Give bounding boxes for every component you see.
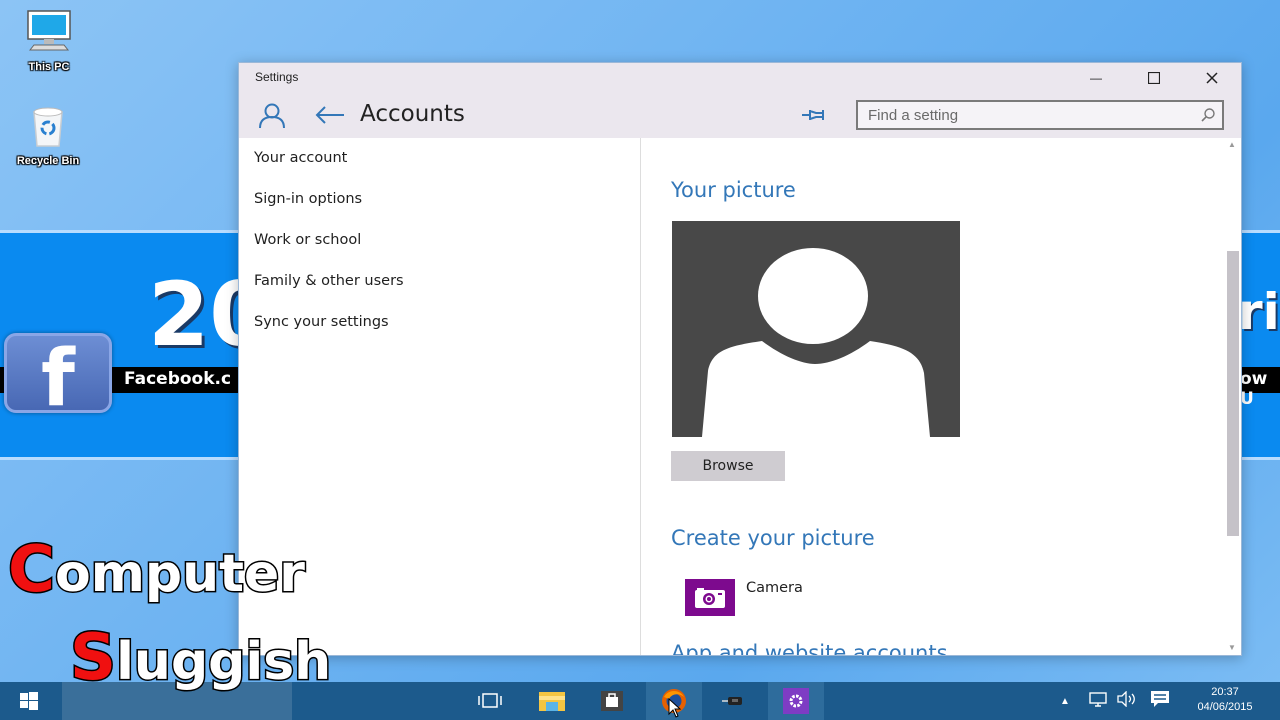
banner-strip-text: Facebook.c bbox=[124, 369, 232, 389]
account-picture bbox=[672, 221, 960, 437]
close-icon bbox=[1206, 72, 1218, 84]
search-button[interactable] bbox=[1194, 107, 1222, 123]
desktop-icon-label: Recycle Bin bbox=[16, 155, 80, 167]
gear-icon bbox=[789, 694, 803, 708]
computer-icon bbox=[27, 10, 71, 51]
watermark-cap-s: S bbox=[68, 621, 117, 695]
page-title: Accounts bbox=[360, 101, 465, 127]
search-box bbox=[856, 100, 1224, 130]
title-bar: Settings — Accounts bbox=[239, 63, 1241, 138]
clock-date: 04/06/2015 bbox=[1197, 701, 1253, 713]
banner-headline-right: ri bbox=[1238, 283, 1280, 341]
window-title: Settings bbox=[255, 70, 299, 84]
show-hidden-icons-button[interactable]: ▲ bbox=[1060, 696, 1074, 707]
nav-item-sign-in-options[interactable]: Sign-in options bbox=[254, 191, 362, 207]
maximize-button[interactable] bbox=[1125, 63, 1183, 93]
browse-button[interactable]: Browse bbox=[671, 451, 785, 481]
pin-icon bbox=[802, 110, 824, 120]
start-button[interactable] bbox=[0, 682, 58, 720]
minimize-button[interactable]: — bbox=[1067, 63, 1125, 93]
windows-logo-icon bbox=[20, 692, 38, 710]
content-scrollbar[interactable]: ▲ ▼ bbox=[1225, 138, 1239, 655]
system-tray: ▲ bbox=[1060, 682, 1170, 720]
scrollbar-thumb[interactable] bbox=[1227, 251, 1239, 536]
create-picture-heading: Create your picture bbox=[671, 526, 875, 550]
folder-icon bbox=[539, 692, 565, 711]
banner-strip-text-right: ow U bbox=[1240, 369, 1268, 409]
user-icon bbox=[259, 103, 285, 129]
taskbar-store[interactable] bbox=[584, 682, 640, 720]
back-button[interactable] bbox=[314, 105, 346, 130]
settings-window: Settings — Accounts Find a setting Your … bbox=[238, 62, 1242, 656]
app-website-accounts-heading: App and website accounts bbox=[671, 641, 948, 655]
camera-icon bbox=[695, 587, 725, 608]
pin-to-start-button[interactable] bbox=[801, 107, 829, 128]
facebook-logo-icon: f bbox=[4, 333, 112, 413]
clock-time: 20:37 bbox=[1211, 686, 1239, 698]
desktop-icon-this-pc[interactable]: This PC bbox=[9, 8, 89, 73]
task-view-icon bbox=[478, 693, 502, 708]
scroll-down-arrow-icon[interactable]: ▼ bbox=[1225, 641, 1239, 655]
action-center-icon[interactable] bbox=[1150, 690, 1170, 713]
camera-app-tile[interactable] bbox=[685, 579, 735, 616]
mouse-cursor-icon bbox=[668, 698, 682, 718]
maximize-icon bbox=[1148, 72, 1160, 84]
nav-item-your-account[interactable]: Your account bbox=[254, 150, 347, 166]
volume-icon[interactable] bbox=[1116, 689, 1138, 712]
default-user-avatar-icon bbox=[702, 248, 930, 437]
nav-item-work-or-school[interactable]: Work or school bbox=[254, 232, 361, 248]
watermark-line-1: Computer bbox=[7, 537, 307, 606]
recycle-bin-icon bbox=[33, 107, 63, 147]
your-picture-heading: Your picture bbox=[671, 178, 796, 202]
taskbar-clock[interactable]: 20:37 04/06/2015 bbox=[1185, 685, 1265, 715]
search-input[interactable] bbox=[858, 102, 1194, 128]
task-view-button[interactable] bbox=[462, 682, 518, 720]
settings-tile bbox=[783, 688, 809, 714]
content-pane: Your picture Browse Create your picture … bbox=[642, 138, 1241, 655]
nav-item-sync-settings[interactable]: Sync your settings bbox=[254, 314, 389, 330]
network-icon[interactable] bbox=[1088, 691, 1108, 712]
desktop-icon-label: This PC bbox=[28, 61, 70, 73]
taskbar-settings[interactable] bbox=[768, 682, 824, 720]
scroll-up-arrow-icon[interactable]: ▲ bbox=[1225, 138, 1239, 152]
close-button[interactable] bbox=[1183, 63, 1241, 93]
app-icon bbox=[722, 697, 742, 705]
taskbar-file-explorer[interactable] bbox=[524, 682, 580, 720]
back-arrow-icon bbox=[315, 106, 344, 124]
camera-label[interactable]: Camera bbox=[746, 580, 803, 596]
minimize-icon: — bbox=[1090, 71, 1102, 85]
search-icon bbox=[1201, 108, 1215, 122]
watermark-text-sluggish: luggish bbox=[115, 631, 333, 694]
watermark-cap-c: C bbox=[7, 533, 57, 607]
taskbar-app[interactable] bbox=[706, 682, 762, 720]
accounts-home-button[interactable] bbox=[257, 103, 287, 134]
store-bag-icon bbox=[601, 691, 623, 711]
watermark-text-computer: omputer bbox=[53, 543, 306, 606]
desktop-icon-recycle-bin[interactable]: Recycle Bin bbox=[8, 104, 88, 167]
nav-item-family-other-users[interactable]: Family & other users bbox=[254, 273, 404, 289]
watermark-line-2: Sluggish bbox=[68, 625, 333, 694]
